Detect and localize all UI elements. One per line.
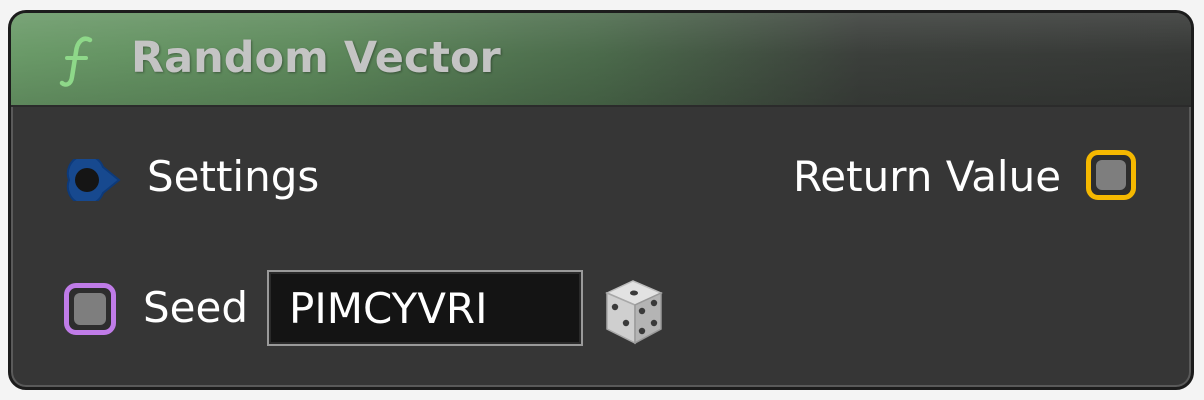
node-title: Random Vector bbox=[131, 33, 501, 83]
return-value-label: Return Value bbox=[793, 152, 1062, 201]
settings-exec-pin[interactable] bbox=[65, 159, 127, 201]
node-header[interactable]: Random Vector bbox=[11, 13, 1191, 107]
random-vector-node[interactable]: Random Vector Settings Return Value Seed… bbox=[8, 10, 1194, 390]
settings-pin-label: Settings bbox=[147, 152, 320, 201]
function-icon bbox=[59, 36, 93, 87]
seed-label: Seed bbox=[143, 283, 248, 332]
dice-icon[interactable] bbox=[599, 275, 667, 347]
seed-pin-fill bbox=[74, 293, 106, 325]
seed-input[interactable]: PIMCYVRI bbox=[267, 270, 583, 346]
return-value-pin-fill bbox=[1096, 160, 1126, 190]
return-value-pin[interactable] bbox=[1086, 150, 1136, 200]
seed-pin[interactable] bbox=[64, 283, 116, 335]
